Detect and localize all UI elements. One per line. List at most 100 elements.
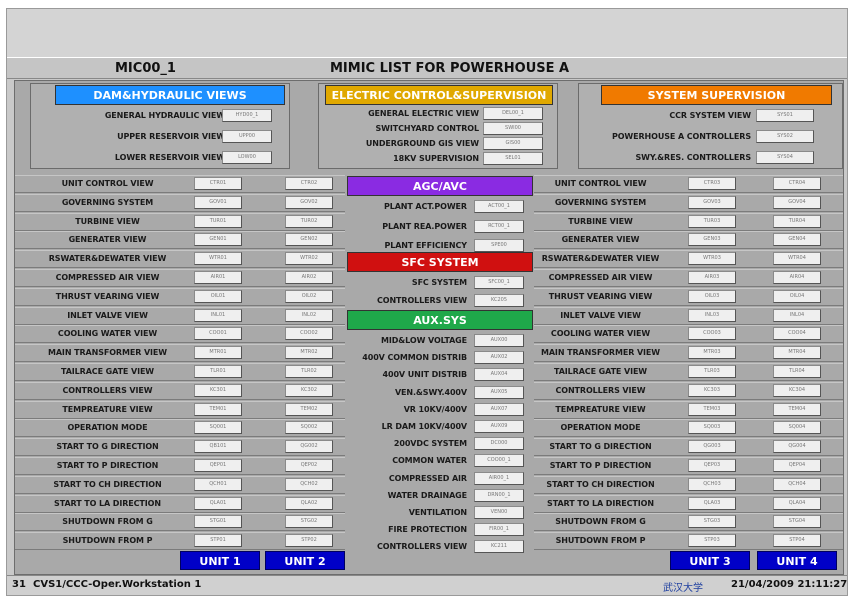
unit-view-button[interactable]: WTR01: [194, 252, 242, 265]
unit-view-button[interactable]: GOV03: [688, 196, 736, 209]
unit-view-button[interactable]: OIL03: [688, 290, 736, 303]
unit-view-button[interactable]: COO03: [688, 327, 736, 340]
unit-view-button[interactable]: TEM03: [688, 403, 736, 416]
unit-view-button[interactable]: WTR02: [285, 252, 333, 265]
middle-view-button[interactable]: AUX05: [474, 385, 524, 399]
unit-view-button[interactable]: COO02: [285, 327, 333, 340]
unit-view-button[interactable]: QLA04: [773, 497, 821, 510]
view-button[interactable]: HYD00_1: [222, 109, 272, 122]
unit-view-button[interactable]: STG02: [285, 515, 333, 528]
unit-view-button[interactable]: MTR04: [773, 346, 821, 359]
unit-view-button[interactable]: OIL02: [285, 290, 333, 303]
view-button[interactable]: DEL00_1: [483, 107, 543, 120]
view-button[interactable]: LOW00: [222, 151, 272, 164]
unit-view-button[interactable]: STG01: [194, 515, 242, 528]
unit-tab[interactable]: UNIT 3: [670, 551, 750, 570]
unit-view-button[interactable]: TUR02: [285, 215, 333, 228]
unit-view-button[interactable]: GEN04: [773, 233, 821, 246]
view-button[interactable]: SWI00: [483, 122, 543, 135]
unit-tab[interactable]: UNIT 1: [180, 551, 260, 570]
unit-view-button[interactable]: TUR03: [688, 215, 736, 228]
unit-view-button[interactable]: SQ002: [285, 421, 333, 434]
unit-view-button[interactable]: COO01: [194, 327, 242, 340]
middle-view-button[interactable]: SPE00: [474, 239, 524, 252]
unit-view-button[interactable]: TLR03: [688, 365, 736, 378]
unit-view-button[interactable]: CTR04: [773, 177, 821, 190]
unit-view-button[interactable]: OIL04: [773, 290, 821, 303]
middle-view-button[interactable]: AUX04: [474, 368, 524, 382]
unit-view-button[interactable]: QEP04: [773, 459, 821, 472]
unit-view-button[interactable]: QLA01: [194, 497, 242, 510]
unit-view-button[interactable]: GOV02: [285, 196, 333, 209]
unit-view-button[interactable]: STP02: [285, 534, 333, 547]
unit-view-button[interactable]: TLR01: [194, 365, 242, 378]
unit-view-button[interactable]: STP01: [194, 534, 242, 547]
unit-view-button[interactable]: SQ001: [194, 421, 242, 434]
unit-view-button[interactable]: QG003: [688, 440, 736, 453]
middle-view-button[interactable]: COO00_1: [474, 454, 524, 468]
unit-view-button[interactable]: GOV01: [194, 196, 242, 209]
unit-view-button[interactable]: INL03: [688, 309, 736, 322]
unit-view-button[interactable]: GEN01: [194, 233, 242, 246]
unit-view-button[interactable]: STG04: [773, 515, 821, 528]
unit-tab[interactable]: UNIT 2: [265, 551, 345, 570]
view-button[interactable]: GIS00: [483, 137, 543, 150]
unit-view-button[interactable]: GOV04: [773, 196, 821, 209]
unit-view-button[interactable]: AIR04: [773, 271, 821, 284]
middle-view-button[interactable]: AUX09: [474, 420, 524, 433]
unit-view-button[interactable]: AIR01: [194, 271, 242, 284]
unit-view-button[interactable]: CTR03: [688, 177, 736, 190]
unit-view-button[interactable]: QCH04: [773, 478, 821, 491]
unit-view-button[interactable]: TUR04: [773, 215, 821, 228]
unit-view-button[interactable]: QCH03: [688, 478, 736, 491]
unit-view-button[interactable]: TLR02: [285, 365, 333, 378]
middle-view-button[interactable]: FIR00_1: [474, 523, 524, 537]
unit-view-button[interactable]: INL01: [194, 309, 242, 322]
unit-view-button[interactable]: MTR02: [285, 346, 333, 359]
unit-view-button[interactable]: OIL01: [194, 290, 242, 303]
unit-view-button[interactable]: TUR01: [194, 215, 242, 228]
unit-view-button[interactable]: SQ003: [688, 421, 736, 434]
unit-view-button[interactable]: QG004: [773, 440, 821, 453]
view-button[interactable]: SEL01: [483, 152, 543, 165]
unit-tab[interactable]: UNIT 4: [757, 551, 837, 570]
unit-view-button[interactable]: QG002: [285, 440, 333, 453]
unit-view-button[interactable]: MTR01: [194, 346, 242, 359]
unit-view-button[interactable]: CTR02: [285, 177, 333, 190]
middle-view-button[interactable]: AUX02: [474, 351, 524, 365]
unit-view-button[interactable]: TEM01: [194, 403, 242, 416]
view-button[interactable]: SYS04: [756, 151, 814, 164]
middle-view-button[interactable]: KC205: [474, 294, 524, 307]
middle-view-button[interactable]: SFC00_1: [474, 276, 524, 289]
unit-view-button[interactable]: KC301: [194, 384, 242, 397]
unit-view-button[interactable]: INL02: [285, 309, 333, 322]
unit-view-button[interactable]: QEP03: [688, 459, 736, 472]
unit-view-button[interactable]: MTR03: [688, 346, 736, 359]
unit-view-button[interactable]: COO04: [773, 327, 821, 340]
view-button[interactable]: UPP00: [222, 130, 272, 143]
unit-view-button[interactable]: TEM02: [285, 403, 333, 416]
unit-view-button[interactable]: QEP01: [194, 459, 242, 472]
middle-view-button[interactable]: RCT00_1: [474, 219, 524, 233]
middle-view-button[interactable]: DRN00_1: [474, 488, 524, 502]
unit-view-button[interactable]: TEM04: [773, 403, 821, 416]
view-button[interactable]: SYS02: [756, 130, 814, 143]
unit-view-button[interactable]: QCH01: [194, 478, 242, 491]
middle-view-button[interactable]: AUX00: [474, 334, 524, 347]
middle-view-button[interactable]: KC211: [474, 540, 524, 554]
unit-view-button[interactable]: GEN02: [285, 233, 333, 246]
unit-view-button[interactable]: CTR01: [194, 177, 242, 190]
unit-view-button[interactable]: KC304: [773, 384, 821, 397]
unit-view-button[interactable]: QEP02: [285, 459, 333, 472]
unit-view-button[interactable]: QLA02: [285, 497, 333, 510]
middle-view-button[interactable]: VEN00: [474, 506, 524, 519]
unit-view-button[interactable]: WTR04: [773, 252, 821, 265]
unit-view-button[interactable]: STG03: [688, 515, 736, 528]
middle-view-button[interactable]: ACT00_1: [474, 200, 524, 213]
view-button[interactable]: SYS01: [756, 109, 814, 122]
unit-view-button[interactable]: TLR04: [773, 365, 821, 378]
unit-view-button[interactable]: QCH02: [285, 478, 333, 491]
unit-view-button[interactable]: KC302: [285, 384, 333, 397]
unit-view-button[interactable]: STP04: [773, 534, 821, 547]
unit-view-button[interactable]: QLA03: [688, 497, 736, 510]
